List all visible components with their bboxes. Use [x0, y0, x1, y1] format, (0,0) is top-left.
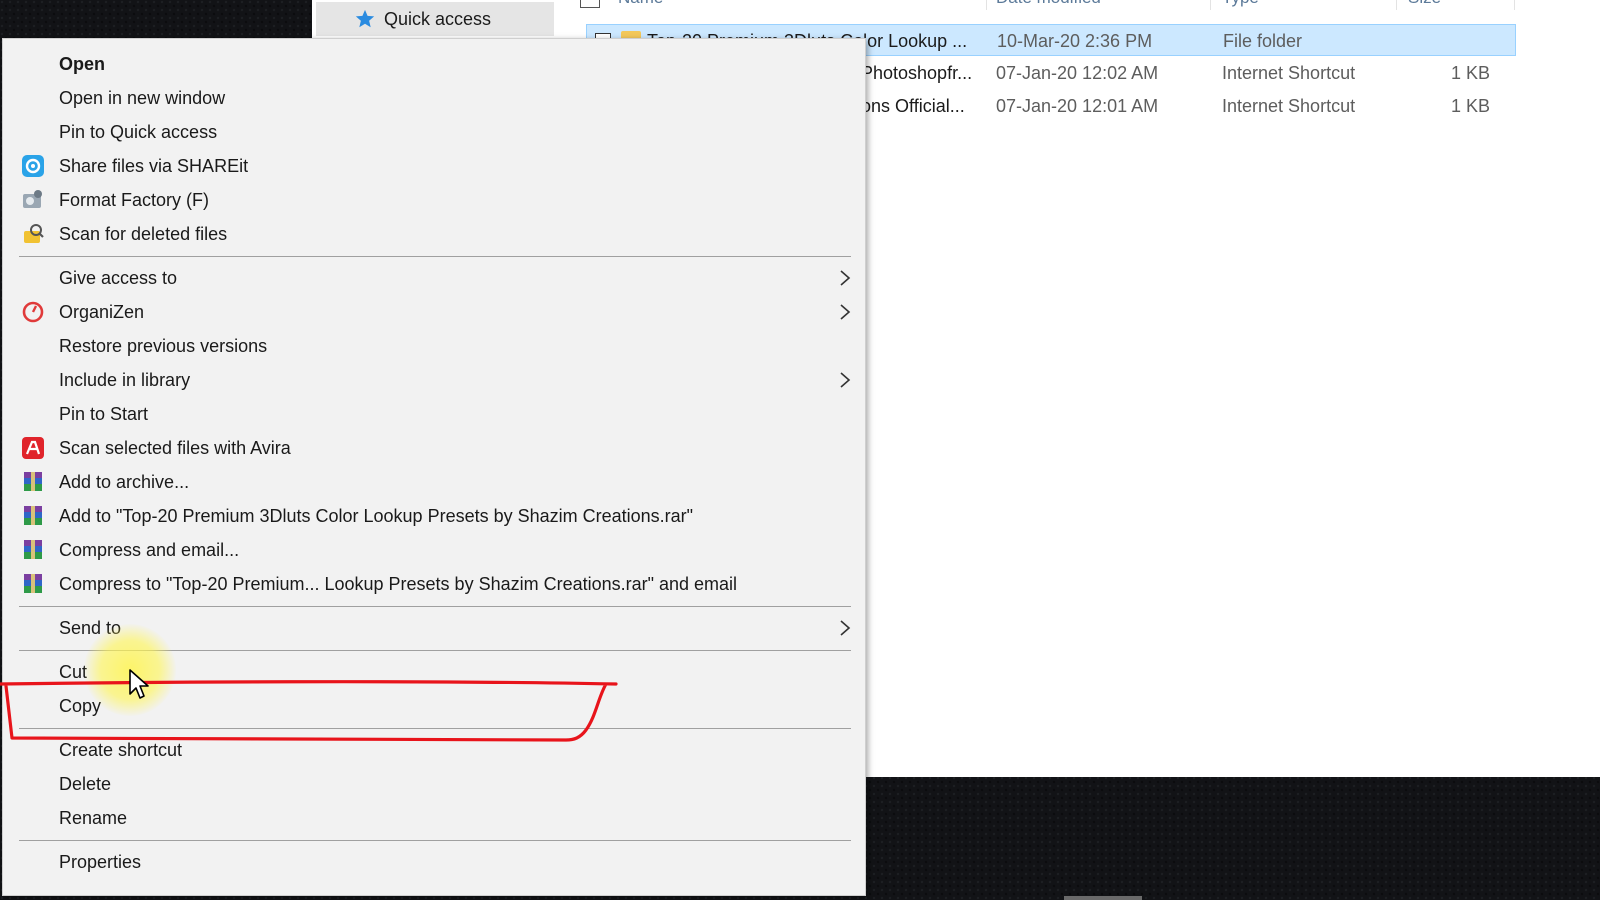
- menu-item-label: Delete: [59, 774, 112, 794]
- menu-item-label: Scan selected files with Avira: [59, 438, 291, 458]
- menu-item-label: Properties: [59, 852, 142, 872]
- shareit-icon: [22, 155, 44, 177]
- winrar-icon: [24, 540, 42, 559]
- column-header-type[interactable]: Type: [1222, 0, 1259, 8]
- menu-item-compress-to-rar-email[interactable]: Compress to "Top-20 Premium... Lookup Pr…: [5, 567, 851, 601]
- file-type: File folder: [1223, 31, 1303, 51]
- file-name: Photoshopfr...: [861, 63, 973, 83]
- menu-item-open[interactable]: Open: [5, 47, 851, 81]
- menu-item-restore-versions[interactable]: Restore previous versions: [5, 329, 851, 363]
- menu-item-rename[interactable]: Rename: [5, 801, 851, 835]
- red-annotation-outline: [0, 680, 618, 742]
- column-separator: [1514, 0, 1515, 10]
- menu-item-label: Compress and email...: [59, 540, 240, 560]
- menu-item-compress-email[interactable]: Compress and email...: [5, 533, 851, 567]
- winrar-icon: [24, 506, 42, 525]
- file-size: 1 KB: [1450, 63, 1490, 83]
- file-date: 07-Jan-20 12:02 AM: [996, 63, 1159, 83]
- menu-item-label: Add to archive...: [59, 472, 190, 492]
- menu-item-label: Open: [59, 54, 106, 74]
- menu-item-properties[interactable]: Properties: [5, 845, 851, 879]
- menu-item-add-archive[interactable]: Add to archive...: [5, 465, 851, 499]
- chevron-right-icon: [840, 304, 851, 320]
- menu-item-label: Give access to: [59, 268, 178, 288]
- scan-deleted-icon: [24, 224, 44, 243]
- menu-item-label: Open in new window: [59, 88, 226, 108]
- chevron-right-icon: [840, 270, 851, 286]
- menu-item-label: Include in library: [59, 370, 191, 390]
- menu-item-give-access[interactable]: Give access to: [5, 261, 851, 295]
- menu-item-open-new-window[interactable]: Open in new window: [5, 81, 851, 115]
- file-type: Internet Shortcut: [1222, 63, 1356, 83]
- column-header-name[interactable]: Name: [618, 0, 663, 8]
- menu-item-label: Rename: [59, 808, 128, 828]
- menu-item-avira-scan[interactable]: Scan selected files with Avira: [5, 431, 851, 465]
- column-header-row: Name Date modified Type Size: [0, 0, 1600, 12]
- menu-item-label: Add to "Top-20 Premium 3Dluts Color Look…: [59, 506, 694, 526]
- avira-icon: [22, 437, 44, 459]
- winrar-icon: [24, 472, 42, 491]
- file-name: ons Official...: [861, 96, 965, 116]
- menu-item-label: Format Factory (F): [59, 190, 210, 210]
- menu-item-label: OrganiZen: [59, 302, 145, 322]
- menu-separator: [19, 840, 851, 841]
- file-date: 07-Jan-20 12:01 AM: [996, 96, 1159, 116]
- menu-item-label: Share files via SHAREit: [59, 156, 249, 176]
- menu-item-scan-deleted[interactable]: Scan for deleted files: [5, 217, 851, 251]
- mouse-pointer-icon: [129, 669, 149, 699]
- taskbar-scroll-indicator: [1064, 896, 1142, 900]
- menu-item-add-to-rar[interactable]: Add to "Top-20 Premium 3Dluts Color Look…: [5, 499, 851, 533]
- column-header-size[interactable]: Size: [1408, 0, 1441, 8]
- menu-item-format-factory[interactable]: Format Factory (F): [5, 183, 851, 217]
- column-separator: [1210, 0, 1211, 10]
- menu-item-pin-start[interactable]: Pin to Start: [5, 397, 851, 431]
- column-header-date[interactable]: Date modified: [996, 0, 1101, 8]
- menu-item-pin-quick-access[interactable]: Pin to Quick access: [5, 115, 851, 149]
- menu-item-include-library[interactable]: Include in library: [5, 363, 851, 397]
- menu-item-label: Pin to Quick access: [59, 122, 218, 142]
- winrar-icon: [24, 574, 42, 593]
- menu-item-label: Restore previous versions: [59, 336, 268, 356]
- menu-item-label: Pin to Start: [59, 404, 149, 424]
- menu-item-delete[interactable]: Delete: [5, 767, 851, 801]
- menu-item-label: Scan for deleted files: [59, 224, 228, 244]
- menu-item-organizen[interactable]: OrganiZen: [5, 295, 851, 329]
- menu-separator: [19, 606, 851, 607]
- column-separator: [1396, 0, 1397, 10]
- file-type: Internet Shortcut: [1222, 96, 1356, 116]
- column-separator: [986, 0, 987, 10]
- organizen-icon: [22, 301, 44, 323]
- menu-item-label: Compress to "Top-20 Premium... Lookup Pr…: [59, 574, 738, 594]
- chevron-right-icon: [840, 372, 851, 388]
- menu-item-shareit[interactable]: Share files via SHAREit: [5, 149, 851, 183]
- file-size: 1 KB: [1450, 96, 1490, 116]
- chevron-right-icon: [840, 620, 851, 636]
- menu-separator: [19, 256, 851, 257]
- file-date: 10-Mar-20 2:36 PM: [997, 31, 1153, 51]
- format-factory-icon: [23, 190, 42, 208]
- context-menu: Open Open in new window Pin to Quick acc…: [2, 38, 866, 896]
